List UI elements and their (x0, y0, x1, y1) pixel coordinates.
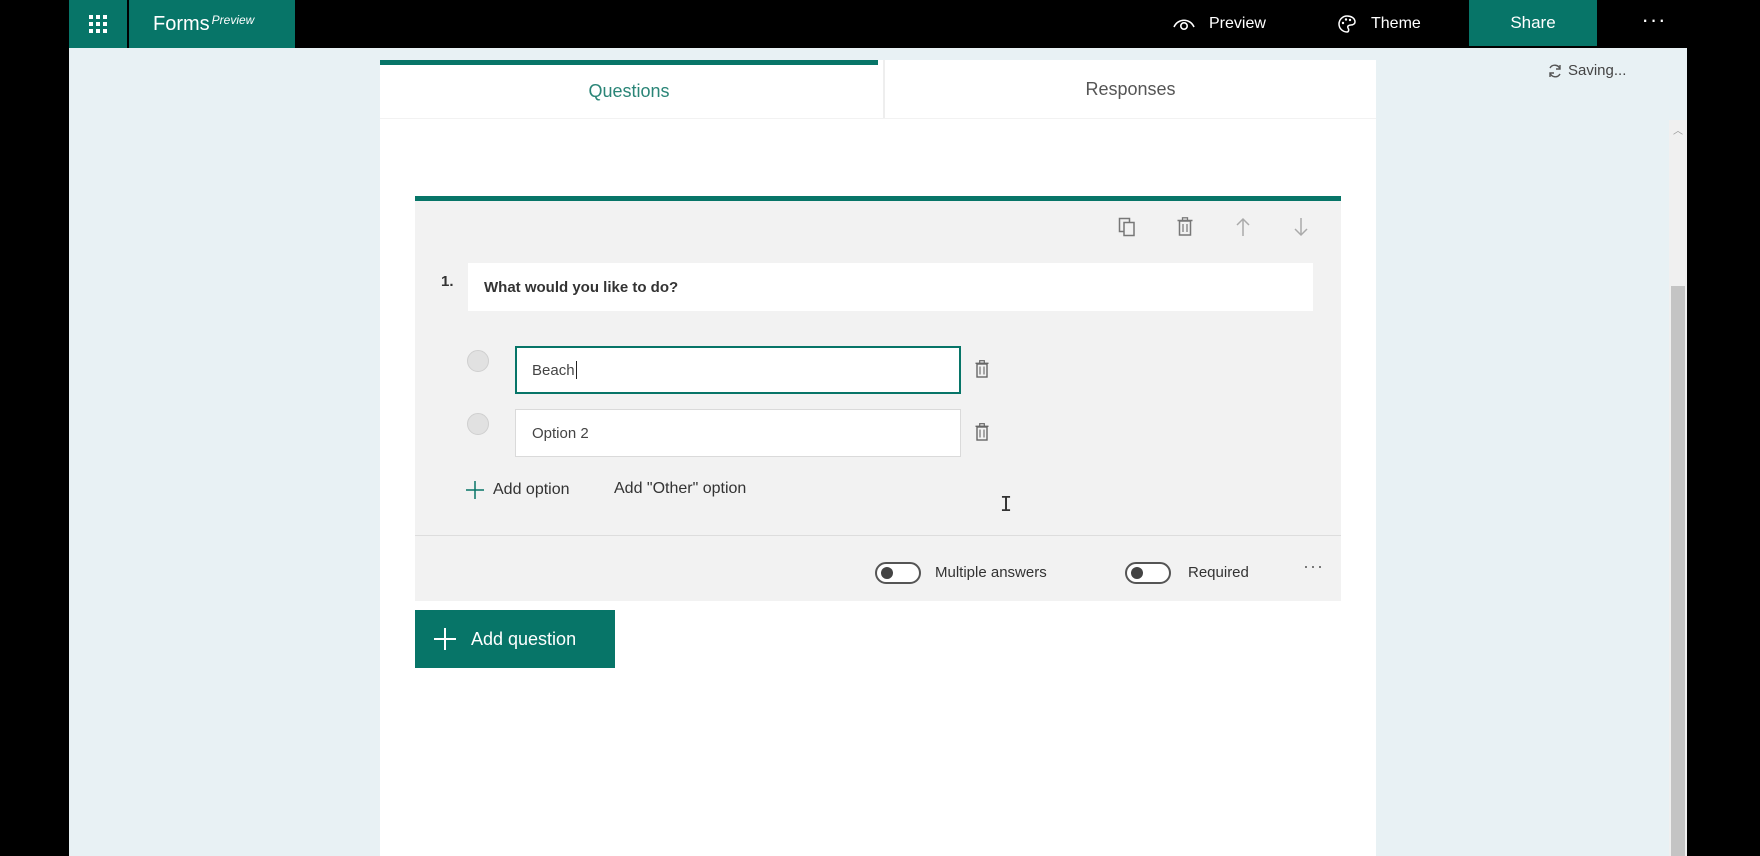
add-other-option-button[interactable]: Add "Other" option (614, 480, 746, 498)
top-bar: Forms Preview Preview Theme Share ··· (69, 0, 1687, 48)
scroll-up-arrow[interactable]: ︿ (1673, 122, 1683, 137)
delete-option-button[interactable] (971, 421, 993, 443)
delete-option-button[interactable] (971, 358, 993, 380)
option-input-1[interactable]: Beach (515, 346, 961, 394)
toggle-knob (1131, 567, 1143, 579)
question-toolbar (1115, 215, 1313, 239)
add-option-button[interactable]: Add option (465, 480, 570, 500)
question-footer: Multiple answers Required ··· (415, 535, 1341, 601)
move-down-button[interactable] (1289, 215, 1313, 239)
add-question-button[interactable]: Add question (415, 610, 615, 668)
multiple-answers-label: Multiple answers (935, 564, 1047, 581)
preview-label: Preview (1209, 15, 1266, 32)
arrow-up-icon (1236, 217, 1250, 236)
option-radio (467, 350, 489, 372)
more-options-button[interactable]: ··· (1629, 0, 1679, 40)
scroll-thumb[interactable] (1671, 286, 1685, 856)
add-question-label: Add question (471, 628, 577, 649)
option-radio (467, 413, 489, 435)
question-title-field[interactable]: What would you like to do? (468, 263, 1313, 311)
question-card[interactable]: 1. What would you like to do? Beach Opti… (415, 196, 1341, 601)
required-toggle[interactable] (1125, 562, 1171, 584)
trash-icon (975, 423, 989, 441)
option-value: Beach (532, 361, 575, 379)
trash-icon (1177, 217, 1193, 236)
form-panel: Questions Responses 1. What would you li… (380, 60, 1376, 856)
toggle-knob (881, 567, 893, 579)
palette-icon (1338, 15, 1356, 33)
copy-question-button[interactable] (1115, 215, 1139, 239)
app-name: Forms (153, 12, 210, 35)
delete-question-button[interactable] (1173, 215, 1197, 239)
add-option-label: Add option (493, 481, 570, 498)
arrow-down-icon (1294, 218, 1308, 237)
app-brand[interactable]: Forms Preview (129, 0, 295, 48)
share-button[interactable]: Share (1469, 0, 1597, 46)
waffle-icon (89, 15, 107, 33)
option-value: Option 2 (532, 424, 589, 442)
question-more-button[interactable]: ··· (1303, 556, 1324, 577)
theme-button[interactable]: Theme (1337, 0, 1421, 48)
option-input-2[interactable]: Option 2 (515, 409, 961, 457)
tab-responses[interactable]: Responses (883, 60, 1376, 118)
required-label: Required (1188, 564, 1249, 581)
app-tag: Preview (211, 13, 255, 27)
text-caret (575, 361, 577, 379)
saving-label: Saving... (1568, 62, 1627, 79)
app-launcher-button[interactable] (69, 0, 127, 48)
eye-icon (1173, 19, 1195, 31)
trash-icon (975, 360, 989, 378)
vertical-scrollbar[interactable]: ︿ (1669, 120, 1687, 856)
question-number: 1. (441, 273, 454, 290)
plus-icon (434, 628, 456, 650)
saving-status: Saving... (1547, 62, 1626, 79)
preview-button[interactable]: Preview (1173, 0, 1266, 48)
copy-icon (1118, 217, 1135, 237)
tab-questions[interactable]: Questions (380, 60, 878, 118)
theme-label: Theme (1371, 15, 1421, 32)
plus-icon (466, 481, 484, 499)
refresh-icon (1549, 64, 1561, 77)
tab-divider (380, 118, 1376, 119)
multiple-answers-toggle[interactable] (875, 562, 921, 584)
text-cursor-icon: I (1000, 492, 1013, 516)
move-up-button[interactable] (1231, 215, 1255, 239)
app-frame: Forms Preview Preview Theme Share ··· Sa… (69, 0, 1687, 856)
